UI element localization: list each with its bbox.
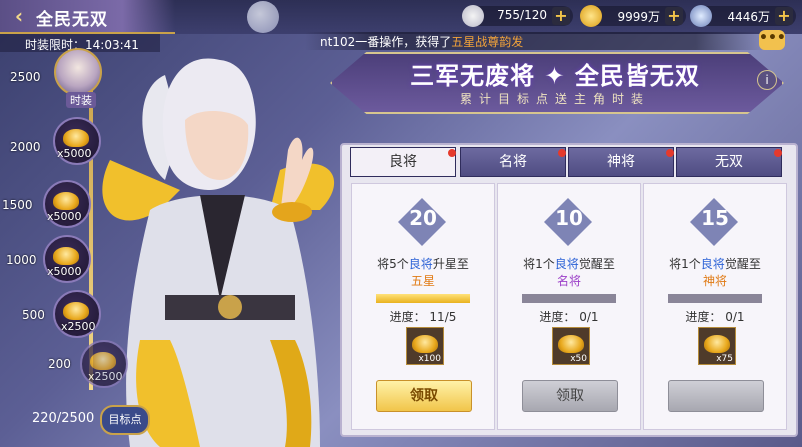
reward-qty: x100 [418, 354, 441, 364]
tier-points: 1500 [2, 198, 33, 212]
progress-bar [376, 294, 470, 303]
tier-points: 200 [48, 357, 71, 371]
desc-suffix: 觉醒至 [724, 257, 761, 271]
reward-item[interactable]: x100 [406, 327, 444, 365]
target-points-button[interactable]: 目标点 [100, 405, 150, 435]
silver-resource: 4446万 + [690, 5, 796, 27]
desc-highlight: 良将 [554, 257, 579, 271]
costume-reward-label: 时装 [66, 92, 96, 108]
gold-ingot-icon [53, 192, 79, 210]
gold-value: 9999万 [617, 10, 660, 24]
task-card: 10 将1个良将觉醒至 名将 进度： 0/1 x50 领取 [497, 183, 641, 430]
desc-prefix: 将5个 [377, 257, 409, 271]
tab-mingjiang[interactable]: 名将 [460, 147, 566, 177]
desc-highlight: 良将 [700, 257, 725, 271]
tier-reward-node[interactable]: x5000 [43, 235, 91, 283]
add-gold-button[interactable]: + [665, 7, 683, 25]
tier-points: 500 [22, 308, 45, 322]
gold-ingot-icon [63, 302, 89, 320]
progress-text: 进度： 0/1 [685, 310, 745, 324]
gold-ingot-icon [412, 335, 438, 353]
tier-reward-qty: x2500 [61, 320, 96, 333]
reward-item[interactable]: x75 [698, 327, 736, 365]
tab-notification-dot [558, 149, 566, 157]
progress-bar [522, 294, 616, 303]
claim-button[interactable] [668, 380, 764, 412]
tier-reward-node[interactable]: x5000 [43, 180, 91, 228]
claim-button[interactable]: 领取 [376, 380, 472, 412]
marquee-highlight: 五星战尊韵发 [451, 35, 524, 49]
tier-reward-qty: x5000 [57, 147, 92, 160]
progress-bar [668, 294, 762, 303]
tier-reward-node[interactable]: x5000 [53, 117, 101, 165]
stamina-resource: 755/120 + [462, 5, 573, 27]
points-value: 20 [409, 206, 437, 230]
gold-resource: 9999万 + [580, 5, 686, 27]
gold-ingot-icon [580, 5, 602, 27]
gold-ingot-icon [558, 335, 584, 353]
tab-notification-dot [774, 149, 782, 157]
task-card: 15 将1个良将觉醒至 神将 进度： 0/1 x75 [643, 183, 787, 430]
gold-ingot-icon [53, 247, 79, 265]
tier-points: 1000 [6, 253, 37, 267]
desc-suffix: 升星至 [432, 257, 469, 271]
task-description: 将1个良将觉醒至 神将 [644, 256, 786, 290]
desc-prefix: 将1个 [669, 257, 701, 271]
reward-qty: x50 [570, 354, 587, 364]
desc-suffix: 觉醒至 [578, 257, 615, 271]
costume-reward-avatar[interactable] [54, 48, 102, 96]
tier-reward-qty: x5000 [47, 265, 82, 278]
moon-decoration [247, 1, 279, 33]
tab-wushuang[interactable]: 无双 [676, 147, 782, 177]
tab-liangjiang[interactable]: 良将 [350, 147, 456, 177]
silver-icon [690, 5, 712, 27]
task-card: 20 将5个良将升星至 五星 进度： 11/5 x100 领取 [351, 183, 495, 430]
task-description: 将1个良将觉醒至 名将 [498, 256, 640, 290]
reward-qty: x75 [716, 354, 733, 364]
points-progress: 220/2500 [32, 411, 95, 426]
tier-reward-qty: x2500 [88, 370, 123, 383]
desc-highlight: 良将 [408, 257, 433, 271]
gold-ingot-icon [63, 129, 89, 147]
claim-button[interactable]: 领取 [522, 380, 618, 412]
tab-shenjiang[interactable]: 神将 [568, 147, 674, 177]
points-value: 10 [555, 206, 583, 230]
progress-text: 进度： 0/1 [539, 310, 599, 324]
back-arrow-icon[interactable]: ‹ [6, 5, 32, 27]
desc-target: 神将 [702, 274, 727, 288]
stamina-icon [462, 5, 484, 27]
desc-target: 名将 [556, 274, 581, 288]
task-description: 将5个良将升星至 五星 [352, 256, 494, 290]
banner-title: 三军无废将 ✦ 全民皆无双 [410, 62, 700, 90]
hero-character-art [102, 58, 335, 447]
stamina-value: 755/120 [497, 8, 547, 22]
page-title: 全民无双 [36, 10, 108, 30]
gold-ingot-icon [90, 352, 116, 370]
progress-fill [376, 294, 470, 303]
gold-ingot-icon [704, 335, 730, 353]
info-icon[interactable]: i [757, 70, 777, 90]
silver-value: 4446万 [727, 10, 770, 24]
points-value: 15 [701, 206, 729, 230]
tier-points-2500: 2500 [10, 70, 41, 84]
banner-subtitle: 累计目标点送主角时装 [459, 92, 650, 106]
chat-bubble-icon[interactable]: ••• [759, 30, 786, 50]
desc-target: 五星 [410, 274, 435, 288]
tier-reward-qty: x5000 [47, 210, 82, 223]
reward-item[interactable]: x50 [552, 327, 590, 365]
tier-reward-node[interactable]: x2500 [53, 290, 101, 338]
add-silver-button[interactable]: + [775, 7, 793, 25]
progress-text: 进度： 11/5 [389, 310, 457, 324]
tier-points: 2000 [10, 140, 41, 154]
tab-notification-dot [448, 149, 456, 157]
add-stamina-button[interactable]: + [552, 7, 570, 25]
tab-notification-dot [666, 149, 674, 157]
desc-prefix: 将1个 [523, 257, 555, 271]
tier-reward-node[interactable]: x2500 [80, 340, 128, 388]
